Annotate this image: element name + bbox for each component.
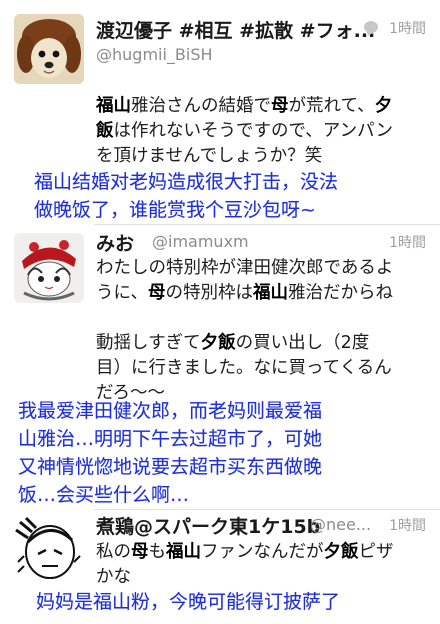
highlighted-keyword: 福山 xyxy=(96,96,131,116)
highlighted-keyword: 福山 xyxy=(166,542,201,562)
tweet-text-fragment: の特別枠は xyxy=(165,283,253,303)
speech-bubble-icon xyxy=(364,21,378,33)
sketch-avatar[interactable] xyxy=(14,514,84,584)
translation-caption-1: 福山结婚对老妈造成很大打击，没法 做晚饭了，谁能赏我个豆沙包呀~ xyxy=(34,171,339,221)
highlighted-keyword: 母 xyxy=(131,542,149,562)
tweet-text-fragment: 雅治さんの結婚で xyxy=(131,96,271,116)
tweet-handle[interactable]: @hugmii_BiSH xyxy=(96,45,213,64)
tweet-text-fragment: が荒れて、 xyxy=(288,96,375,116)
tweet-text-fragment: は作れないそうですので、アンパン を頂けませんでしょうか？笑 xyxy=(96,121,393,166)
tweet-body: わたしの特別枠が津田健次郎であるよ うに、母の特別枠は福山雅治だからね 動揺しす… xyxy=(96,256,431,406)
tweet-handle[interactable]: @imamuxm xyxy=(152,232,249,251)
highlighted-keyword: 福山 xyxy=(252,283,288,303)
tweet-author-name[interactable]: 煮鶏@スパーク東1ケ15b xyxy=(96,512,320,539)
highlighted-keyword: 夕飯 xyxy=(200,333,236,353)
tweet-handle[interactable]: @nee... xyxy=(310,515,371,534)
tweet-text-fragment: も xyxy=(148,542,167,562)
tweet-body: 福山雅治さんの結婚で母が荒れて、夕 飯は作れないそうですので、アンパン を頂けま… xyxy=(96,94,426,169)
translation-caption-3: 妈妈是福山粉，今晚可能得订披萨了 xyxy=(36,591,341,613)
tweet-timestamp[interactable]: 1時間 xyxy=(389,515,426,535)
tweet-author-name[interactable]: みお xyxy=(96,229,134,256)
tweet-text-fragment: ファンなんだが xyxy=(201,542,324,562)
tweet-text-fragment: 私の xyxy=(96,542,131,562)
highlighted-keyword: 母 xyxy=(147,283,166,303)
highlighted-keyword: 夕飯 xyxy=(323,542,359,562)
tweet-timestamp[interactable]: 1時間 xyxy=(389,232,426,252)
tweet-body: 私の母も福山ファンなんだが夕飯ピザ かな xyxy=(96,540,431,590)
translation-caption-2: 我最爱津田健次郎，而老妈则最爱福 山雅治…明明下午去过超市了，可她 又神情恍惚地… xyxy=(18,400,323,506)
tweet-timestamp[interactable]: 1時間 xyxy=(389,18,426,38)
highlighted-keyword: 母 xyxy=(271,96,289,116)
dog-avatar[interactable] xyxy=(14,14,84,84)
tweet-author-name[interactable]: 渡辺優子 #相互 #拡散 #フォ... xyxy=(96,16,375,43)
manga-girl-avatar[interactable] xyxy=(14,233,84,303)
